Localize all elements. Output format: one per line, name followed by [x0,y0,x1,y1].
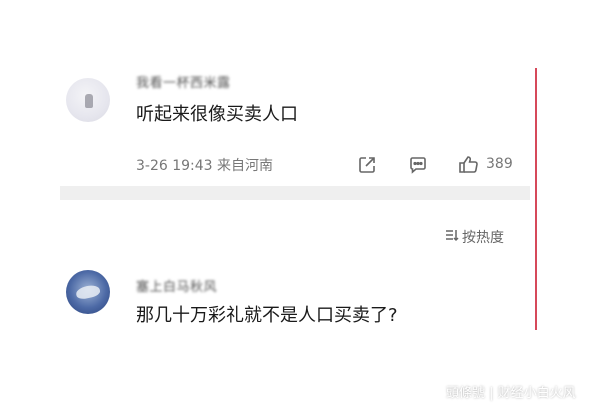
like-count: 389 [486,156,513,172]
like-icon[interactable] [458,154,478,174]
comment-icon[interactable] [408,155,428,175]
username[interactable]: 塞上白马秋风 [136,276,217,295]
sort-icon[interactable] [444,227,460,243]
section-divider [60,186,530,200]
sort-by-hot-button[interactable]: 按热度 [462,227,504,247]
share-icon[interactable] [357,155,377,175]
comment-text: 听起来很像买卖人口 [136,104,298,125]
avatar-figure [75,283,101,301]
watermark: 頭條號 | 财经小白火风 [446,386,576,401]
avatar[interactable] [66,270,110,314]
red-line-annotation [535,68,537,330]
avatar[interactable] [66,78,110,122]
username[interactable]: 我看一杯西米露 [136,72,231,91]
avatar-figure [85,94,93,108]
comment-text: 那几十万彩礼就不是人口买卖了? [136,305,398,326]
comment-meta: 3-26 19:43 来自河南 [136,158,274,174]
